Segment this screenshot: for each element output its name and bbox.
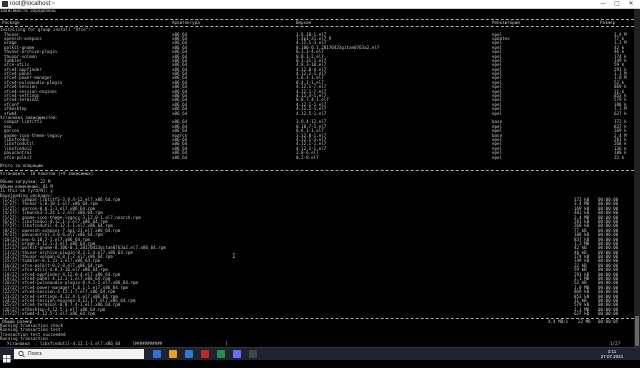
app-icon [249, 350, 257, 358]
download-time: 00:00:00 [598, 311, 619, 317]
clock-date: 27.07.2021 [600, 354, 624, 359]
app-icon [217, 350, 225, 358]
taskbar-app-7[interactable] [246, 349, 260, 359]
start-button[interactable] [0, 349, 14, 363]
table-header: Package Архитектура Версия Репозиторий Р… [0, 19, 634, 25]
taskbar-app-6[interactable] [230, 349, 244, 359]
mouse-cursor-icon: I [232, 253, 236, 260]
maximize-button[interactable]: ▢ [610, 0, 624, 8]
clock[interactable]: 3:11 27.07.2021 [592, 349, 632, 359]
search-placeholder: Поиск [28, 351, 42, 357]
installing-line: Установка : libxfce4util-4.12.1-1.el7.x8… [0, 340, 634, 346]
taskbar-app-2[interactable] [166, 349, 180, 359]
header-arch: Архитектура [172, 19, 200, 25]
dependency-list: compat-libtiff3 x86_64 3.9.4-12.el7 base 172… [0, 119, 634, 160]
separator [0, 169, 634, 171]
title-bar: root@localhost:~ — ▢ ✕ [0, 0, 640, 9]
app-icon [185, 350, 193, 358]
taskbar-app-4[interactable] [198, 349, 212, 359]
header-package: Package [2, 19, 20, 25]
terminal-output[interactable]: Зависимости определены Package Архитекту… [0, 9, 634, 348]
taskbar-app-5[interactable] [214, 349, 228, 359]
app-icon [233, 350, 241, 358]
taskbar-app-3[interactable] [182, 349, 196, 359]
package-list: Thunar x86_64 1.6.10-1.el7 epel 3.4 Mopenssh… [0, 32, 634, 116]
minimize-button[interactable]: — [596, 0, 610, 8]
installing-count: 1/27 [610, 340, 621, 346]
app-icon [153, 350, 161, 358]
download-size: 627 kB [574, 311, 590, 317]
separator [0, 317, 634, 319]
download-row: (27/27): xfwm4-4.12.5-1.el7.x86_64.rpm 627… [0, 311, 634, 317]
header-repo: Репозиторий [492, 19, 520, 25]
transaction-lines: Running transaction check Running transac… [0, 323, 634, 342]
search-box[interactable]: Поиск [14, 349, 144, 359]
header-version: Версия [296, 19, 312, 25]
separator [0, 26, 634, 28]
close-button[interactable]: ✕ [624, 0, 638, 8]
header-size: Размер [600, 19, 616, 25]
taskbar-app-1[interactable] [150, 349, 164, 359]
download-index: (27/27): [2, 311, 23, 317]
installing-progress-bar: [########### ] [132, 340, 228, 346]
taskbar: Поиск 3:11 27.07.2021 [0, 347, 640, 363]
summary-title: Итого за операцию [0, 163, 43, 169]
window-title: root@localhost:~ [10, 1, 56, 7]
installing-label: Установка : libxfce4util-4.12.1-1.el7.x8… [2, 340, 121, 346]
app-icon [201, 350, 209, 358]
separator [0, 18, 634, 20]
download-list: (1/27): compat-libtiff3-3.9.4-12.el7.x86_… [0, 197, 634, 317]
scrollbar-thumb[interactable] [635, 316, 639, 346]
scrollbar[interactable] [634, 9, 640, 348]
search-icon [18, 350, 25, 358]
windows-logo-icon [3, 355, 11, 363]
download-file: xfwm4-4.12.5-1.el7.x86_64.rpm [22, 311, 96, 317]
app-icon [169, 350, 177, 358]
terminal-icon [2, 1, 8, 7]
